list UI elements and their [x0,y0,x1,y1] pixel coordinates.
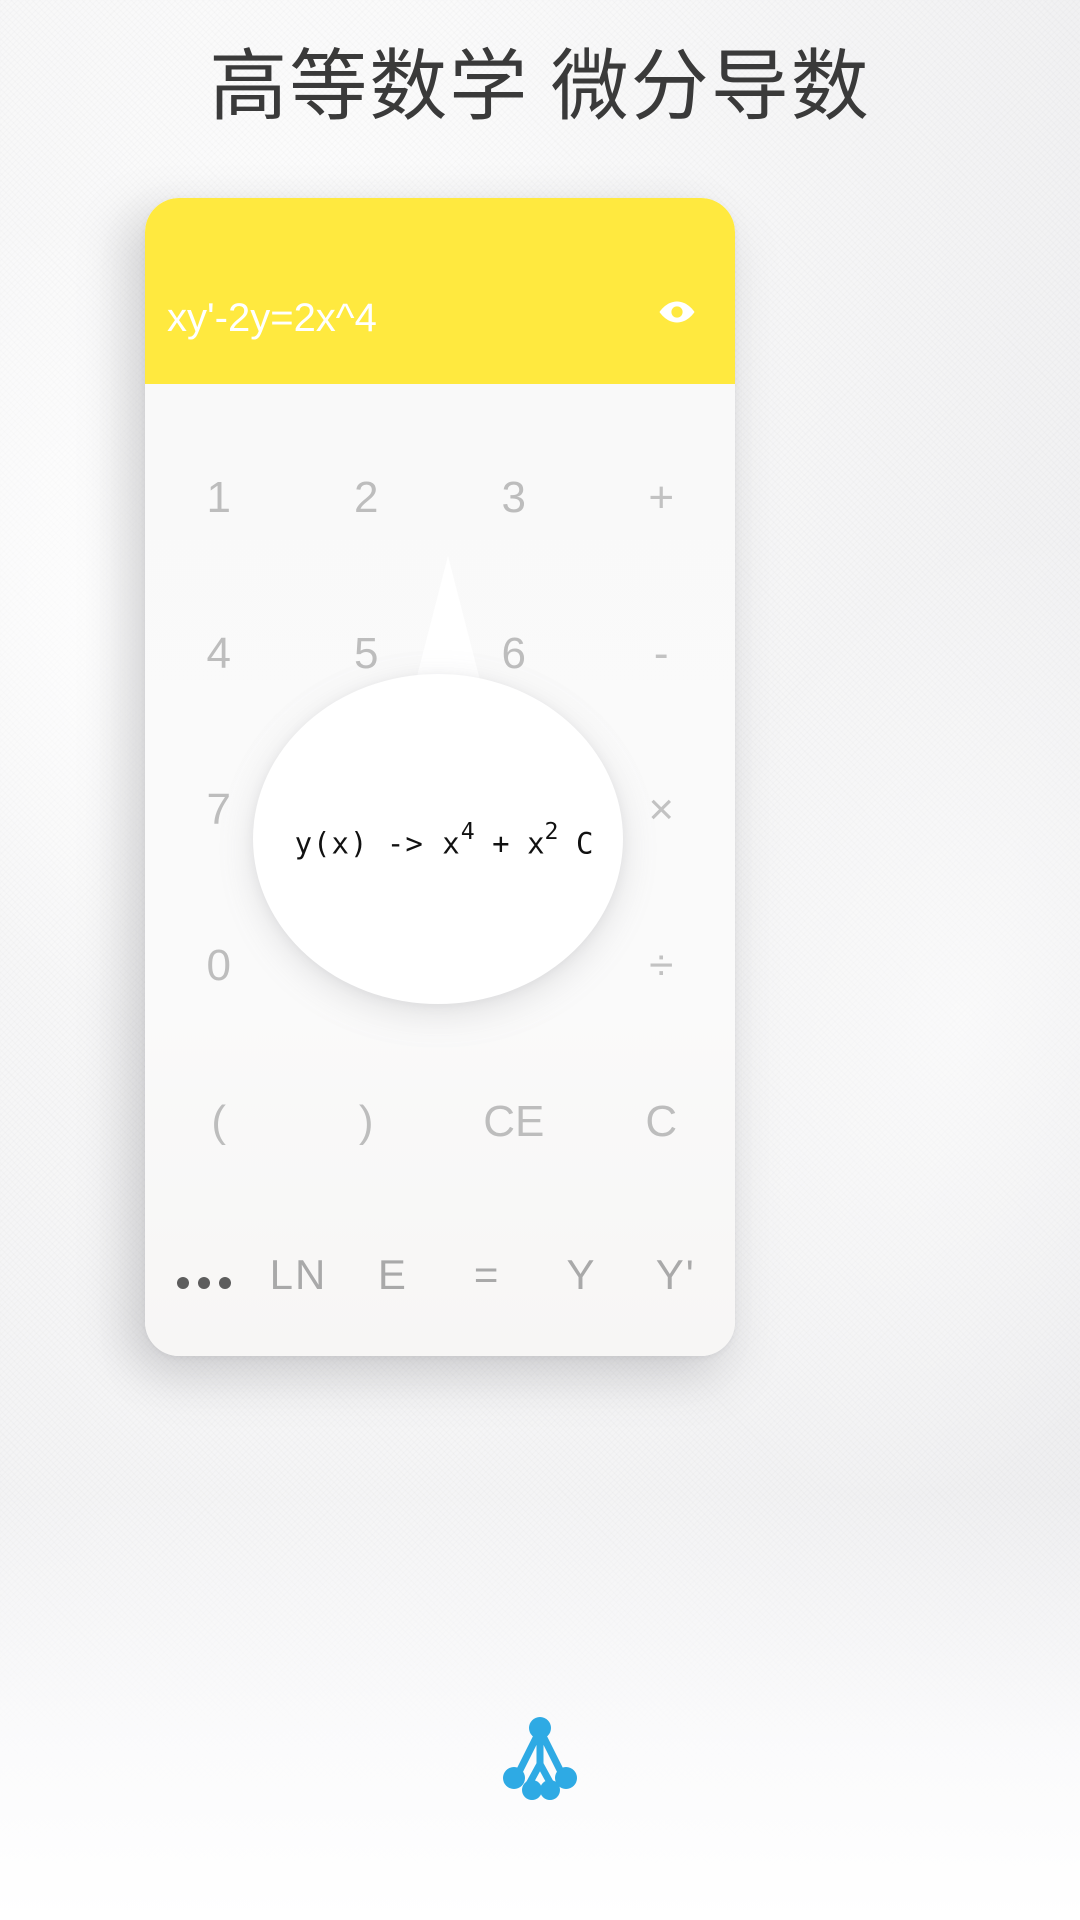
keypad-row: 1 2 3 + [145,420,735,576]
key-0[interactable]: 0 [145,944,293,988]
answer-suffix: C [558,826,594,861]
expression-header: xy'-2y=2x^4 [145,198,735,384]
keypad-row: ( ) CE C [145,1044,735,1200]
key-close-paren[interactable]: ) [293,1100,441,1144]
tree-nodes-logo [0,1716,1080,1802]
key-4[interactable]: 4 [145,632,293,676]
key-1[interactable]: 1 [145,476,293,520]
answer-bubble: y(x) -> x4 + x2 C [253,674,623,1004]
answer-exponent-1: 4 [460,817,475,845]
answer-middle: + x [474,826,545,861]
key-open-paren[interactable]: ( [145,1100,293,1144]
phone-mockup: xy'-2y=2x^4 1 2 3 + 4 5 6 - 7 × 0 ÷ () … [145,198,735,1356]
key-2[interactable]: 2 [293,476,441,520]
key-y[interactable]: Y [534,1254,628,1296]
key-3[interactable]: 3 [440,476,588,520]
key-divide[interactable]: ÷ [588,944,736,988]
key-minus[interactable]: - [588,632,736,676]
background-bottom-fade [0,1490,1080,1920]
answer-bubble-tail [415,556,481,684]
answer-prefix: y(x) -> x [294,826,461,861]
keypad-function-row: LN E = Y Y' [145,1200,735,1350]
key-clear[interactable]: C [588,1100,736,1144]
answer-formula: y(x) -> x4 + x2 C [294,818,594,861]
eye-icon[interactable] [655,294,699,330]
key-clear-entry[interactable]: CE [440,1100,588,1144]
key-ln[interactable]: LN [251,1254,345,1296]
answer-exponent-2: 2 [544,817,559,845]
key-equals[interactable]: = [440,1254,534,1296]
calculator-body: 1 2 3 + 4 5 6 - 7 8 9 × 0 . X ÷ [145,384,735,1356]
key-y-prime[interactable]: Y' [629,1254,723,1296]
key-e[interactable]: E [346,1254,440,1296]
key-plus[interactable]: + [588,476,736,520]
page-title: 高等数学 微分导数 [209,43,871,130]
expression-input[interactable]: xy'-2y=2x^4 [167,296,377,341]
more-dots-icon[interactable] [157,1254,251,1296]
